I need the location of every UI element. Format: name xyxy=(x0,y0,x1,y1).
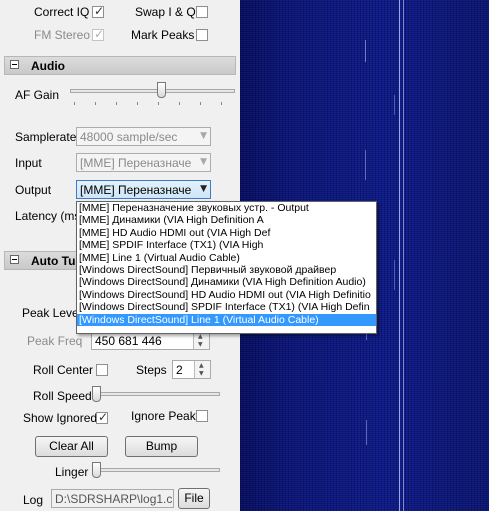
chevron-down-icon: ▼ xyxy=(200,131,207,141)
input-label: Input xyxy=(15,156,42,170)
mark-peaks-label: Mark Peaks xyxy=(131,28,195,42)
correct-iq-label: Correct IQ xyxy=(34,5,90,19)
output-dropdown-list[interactable]: [MME] Переназначение звуковых устр. - Ou… xyxy=(76,201,377,334)
bump-button[interactable]: Bump xyxy=(125,436,198,457)
audio-section-header[interactable]: Audio xyxy=(4,56,236,75)
signal-trace xyxy=(394,95,395,115)
steps-spin-buttons[interactable]: ▲ ▼ xyxy=(194,361,210,378)
ignore-peak-label: Ignore Peak xyxy=(131,409,196,423)
linger-label: Linger xyxy=(55,465,89,479)
linger-slider-thumb[interactable] xyxy=(92,462,101,478)
spin-up-icon[interactable]: ▲ xyxy=(198,333,203,340)
output-option[interactable]: [MME] Line 1 (Virtual Audio Cable) xyxy=(77,252,376,264)
roll-center-checkbox[interactable] xyxy=(96,364,108,376)
peak-freq-value: 450 681 446 xyxy=(95,334,162,348)
swap-iq-checkbox[interactable] xyxy=(196,6,208,18)
roll-speed-label: Roll Speed xyxy=(33,389,92,403)
steps-label: Steps xyxy=(136,363,167,377)
spin-down-icon[interactable]: ▼ xyxy=(199,370,204,377)
output-option[interactable]: [Windows DirectSound] SPDIF Interface (T… xyxy=(77,301,376,313)
af-gain-label: AF Gain xyxy=(15,88,60,102)
samplerate-value: 48000 sample/sec xyxy=(80,130,178,144)
mark-peaks-checkbox[interactable] xyxy=(196,29,208,41)
log-path-value: D:\SDRSHARP\log1.cs xyxy=(55,492,172,506)
spin-up-icon[interactable]: ▲ xyxy=(199,362,204,369)
output-label: Output xyxy=(15,183,52,197)
chevron-down-icon: ▼ xyxy=(200,157,207,167)
signal-trace xyxy=(399,0,400,511)
fm-stereo-checkbox[interactable] xyxy=(92,27,104,41)
signal-trace xyxy=(403,0,404,511)
roll-speed-track[interactable] xyxy=(92,392,220,396)
file-button[interactable]: File xyxy=(178,488,210,509)
collapse-icon[interactable] xyxy=(10,60,19,69)
af-gain-slider-thumb[interactable] xyxy=(157,82,167,98)
linger-track[interactable] xyxy=(92,468,220,472)
correct-iq-checkbox[interactable] xyxy=(92,4,104,18)
roll-speed-slider-thumb[interactable] xyxy=(92,386,101,402)
latency-label: Latency (ms xyxy=(15,209,81,223)
chevron-down-icon: ▼ xyxy=(200,184,207,194)
log-label: Log xyxy=(23,493,44,507)
peak-level-label: Peak Level xyxy=(22,306,82,320)
swap-iq-label: Swap I & Q xyxy=(135,5,196,19)
input-select[interactable]: [MME] Переназначение ▼ xyxy=(76,153,211,172)
fm-stereo-label: FM Stereo xyxy=(34,28,91,42)
output-select[interactable]: [MME] Переназначени ▼ xyxy=(76,180,211,199)
output-option[interactable]: [MME] Динамики (VIA High Definition A xyxy=(77,214,376,226)
log-path-field[interactable]: D:\SDRSHARP\log1.cs xyxy=(51,489,174,508)
peak-freq-spin-buttons[interactable]: ▲ ▼ xyxy=(193,332,209,349)
show-ignored-checkbox[interactable] xyxy=(96,410,108,424)
output-option[interactable]: [Windows DirectSound] HD Audio HDMI out … xyxy=(77,289,376,301)
audio-section-title: Audio xyxy=(31,59,65,73)
output-option[interactable]: [MME] HD Audio HDMI out (VIA High Def xyxy=(77,227,376,239)
output-option[interactable]: [MME] Переназначение звуковых устр. - Ou… xyxy=(77,202,376,214)
ignore-peak-checkbox[interactable] xyxy=(196,410,208,422)
af-gain-track[interactable] xyxy=(70,89,235,93)
steps-value: 2 xyxy=(176,363,183,377)
signal-trace xyxy=(366,420,367,445)
spin-down-icon[interactable]: ▼ xyxy=(198,341,203,348)
roll-center-label: Roll Center xyxy=(33,363,94,377)
signal-trace xyxy=(394,260,395,290)
input-value: [MME] Переназначение xyxy=(80,156,192,170)
collapse-icon[interactable] xyxy=(10,255,19,264)
auto-tune-section-title: Auto Tu xyxy=(31,254,76,268)
peak-freq-label: Peak Freq xyxy=(27,334,83,348)
steps-stepper[interactable]: 2 ▲ ▼ xyxy=(172,360,211,379)
signal-trace xyxy=(365,40,366,62)
output-value: [MME] Переназначени xyxy=(80,183,192,197)
output-option[interactable]: [MME] SPDIF Interface (TX1) (VIA High xyxy=(77,239,376,251)
clear-all-button[interactable]: Clear All xyxy=(35,436,108,457)
samplerate-label: Samplerate xyxy=(15,130,77,144)
show-ignored-label: Show Ignored xyxy=(23,411,98,425)
output-option[interactable]: [Windows DirectSound] Динамики (VIA High… xyxy=(77,276,376,288)
samplerate-select[interactable]: 48000 sample/sec ▼ xyxy=(76,127,211,146)
output-option[interactable]: [Windows DirectSound] Line 1 (Virtual Au… xyxy=(77,313,376,326)
output-option[interactable]: [Windows DirectSound] Первичный звуковой… xyxy=(77,264,376,276)
signal-trace xyxy=(365,150,366,180)
